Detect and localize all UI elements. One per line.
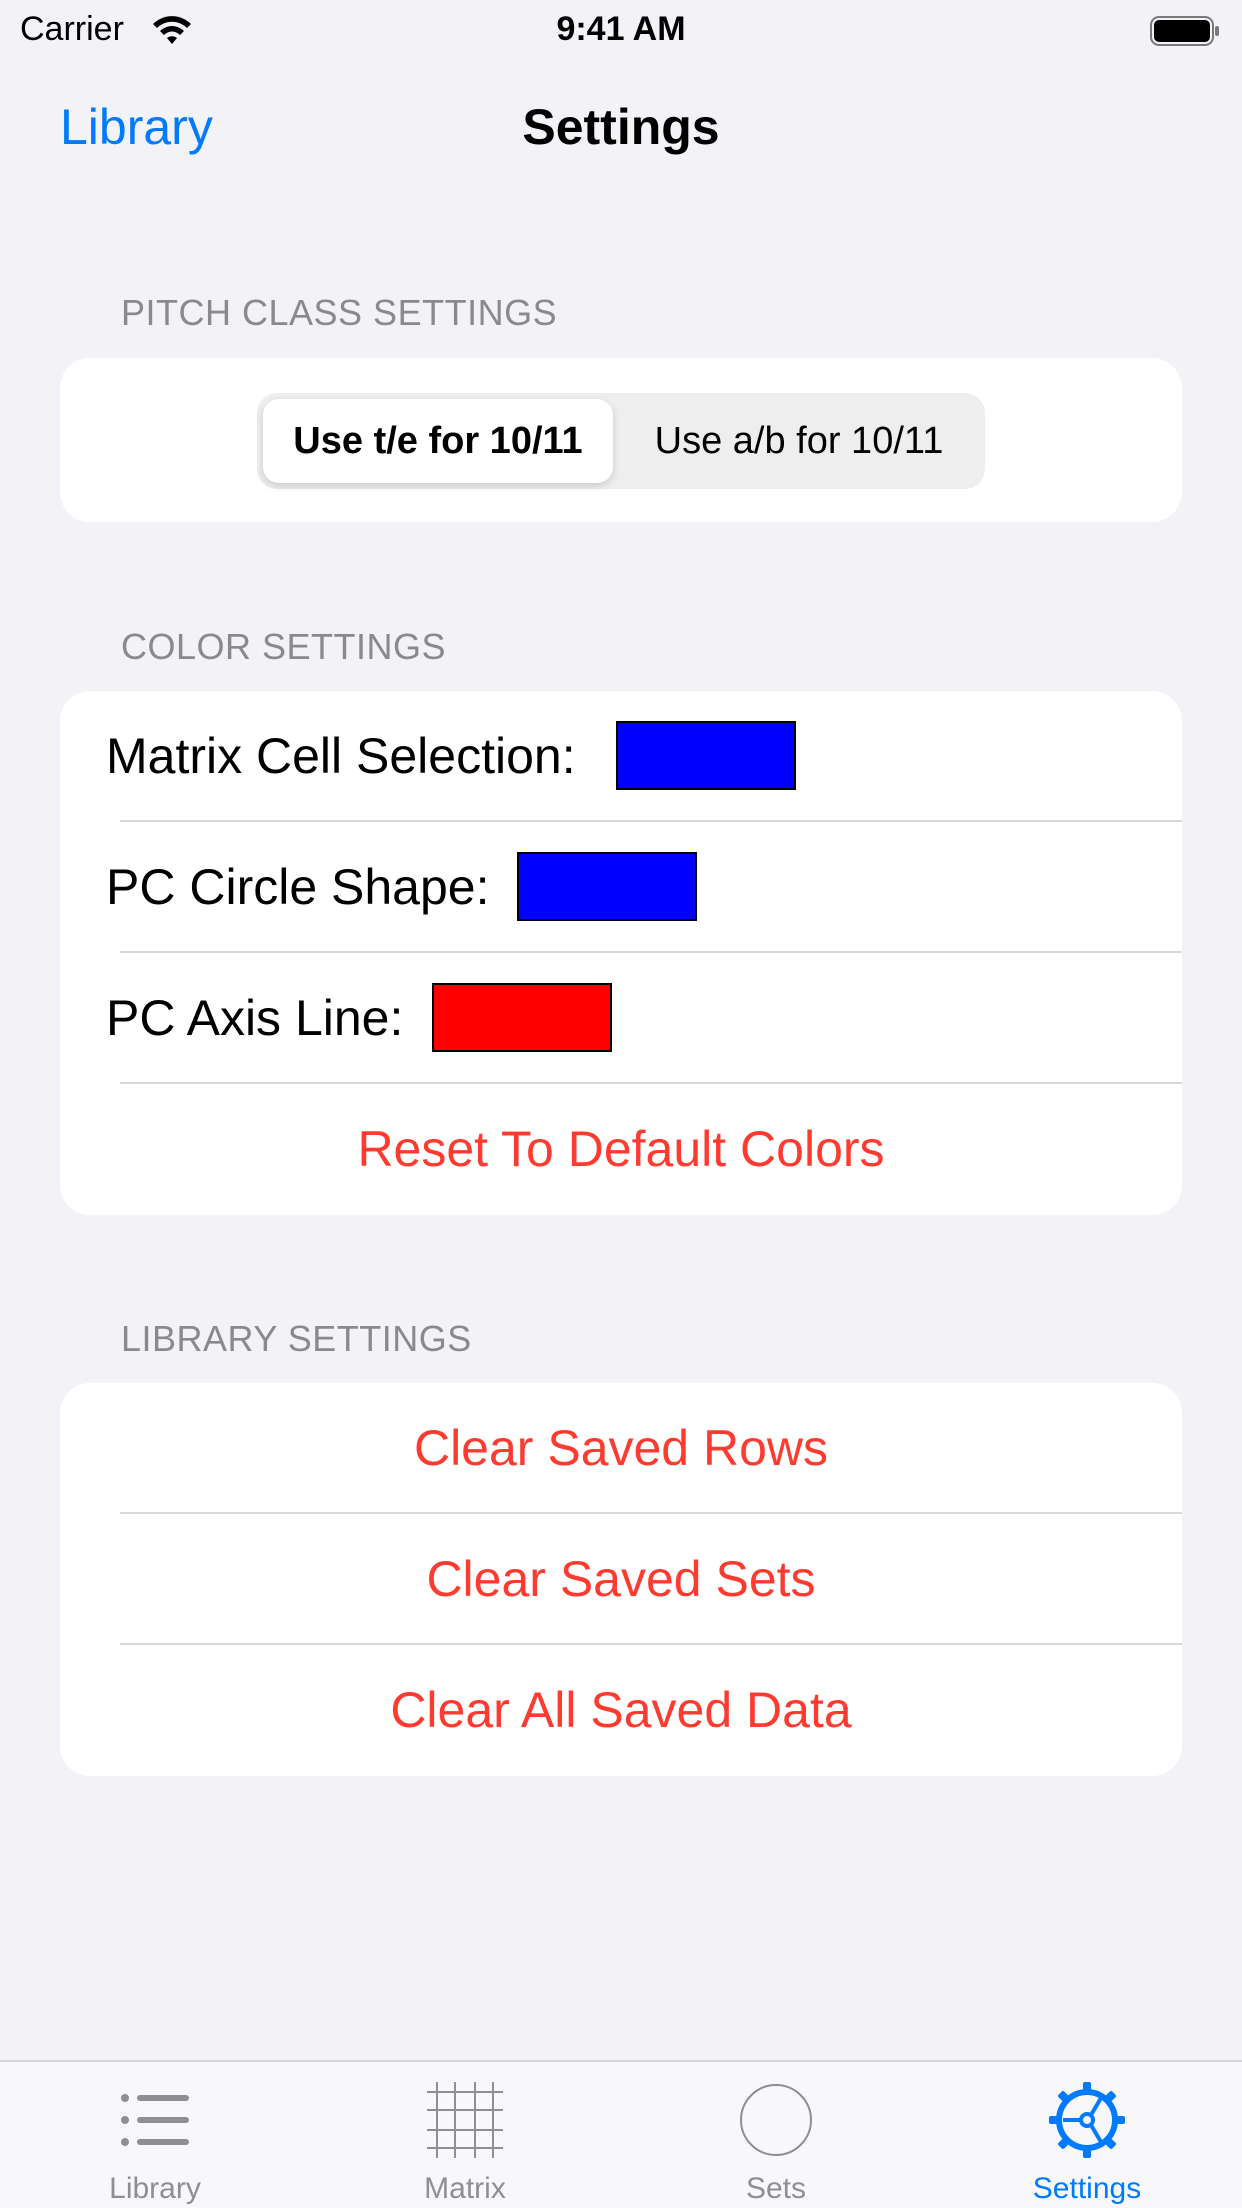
- status-bar: Carrier 9:41 AM: [0, 0, 1242, 62]
- pitch-class-segmented-control: Use t/e for 10/11 Use a/b for 10/11: [257, 393, 985, 489]
- pc-axis-line-row: PC Axis Line:: [60, 953, 1182, 1084]
- library-settings-card: Clear Saved Rows Clear Saved Sets Clear …: [60, 1383, 1182, 1776]
- pc-circle-shape-row: PC Circle Shape:: [60, 822, 1182, 953]
- reset-default-colors-button[interactable]: Reset To Default Colors: [60, 1084, 1182, 1215]
- tab-library-label: Library: [109, 2172, 201, 2205]
- color-section-header: COLOR SETTINGS: [121, 626, 447, 667]
- segment-use-t-e[interactable]: Use t/e for 10/11: [263, 399, 613, 483]
- grid-icon: [427, 2082, 503, 2158]
- clear-saved-sets-button[interactable]: Clear Saved Sets: [60, 1514, 1182, 1645]
- color-settings-card: Matrix Cell Selection: PC Circle Shape: …: [60, 691, 1182, 1215]
- matrix-cell-selection-swatch[interactable]: [616, 721, 796, 790]
- segment-use-a-b[interactable]: Use a/b for 10/11: [619, 399, 979, 483]
- clear-all-saved-data-button[interactable]: Clear All Saved Data: [60, 1645, 1182, 1776]
- tab-library[interactable]: Library: [0, 2062, 310, 2208]
- library-section-header: LIBRARY SETTINGS: [121, 1318, 472, 1359]
- battery-icon: [1150, 16, 1219, 46]
- clear-all-saved-data-label: Clear All Saved Data: [390, 1682, 852, 1738]
- tab-sets-label: Sets: [745, 2172, 807, 2205]
- pc-axis-line-label: PC Axis Line:: [106, 990, 404, 1046]
- clear-saved-rows-button[interactable]: Clear Saved Rows: [60, 1383, 1182, 1514]
- tab-matrix-label: Matrix: [424, 2172, 506, 2205]
- status-time: 9:41 AM: [556, 10, 686, 48]
- pc-circle-shape-label: PC Circle Shape:: [106, 859, 490, 915]
- tab-settings[interactable]: Settings: [932, 2062, 1242, 2208]
- list-icon: [121, 2094, 189, 2146]
- navigation-bar: Library Settings: [0, 88, 1242, 166]
- pitch-class-section-header: PITCH CLASS SETTINGS: [121, 292, 558, 333]
- tab-settings-label: Settings: [1032, 2172, 1142, 2205]
- clear-saved-rows-label: Clear Saved Rows: [413, 1420, 829, 1476]
- tab-sets[interactable]: Sets: [621, 2062, 931, 2208]
- clear-saved-sets-label: Clear Saved Sets: [426, 1551, 816, 1607]
- tab-bar: Library Matrix Sets Settings: [0, 2060, 1242, 2208]
- pc-axis-line-swatch[interactable]: [432, 983, 612, 1052]
- matrix-cell-selection-label: Matrix Cell Selection:: [106, 728, 576, 784]
- settings-screen: Carrier 9:41 AM Library Settings PITCH C…: [0, 0, 1242, 2208]
- pc-circle-shape-swatch[interactable]: [517, 852, 697, 921]
- matrix-cell-selection-row: Matrix Cell Selection:: [60, 691, 1182, 822]
- circle-icon: [740, 2084, 812, 2156]
- gear-icon: [1049, 2082, 1125, 2158]
- tab-matrix[interactable]: Matrix: [310, 2062, 620, 2208]
- page-title: Settings: [522, 99, 720, 155]
